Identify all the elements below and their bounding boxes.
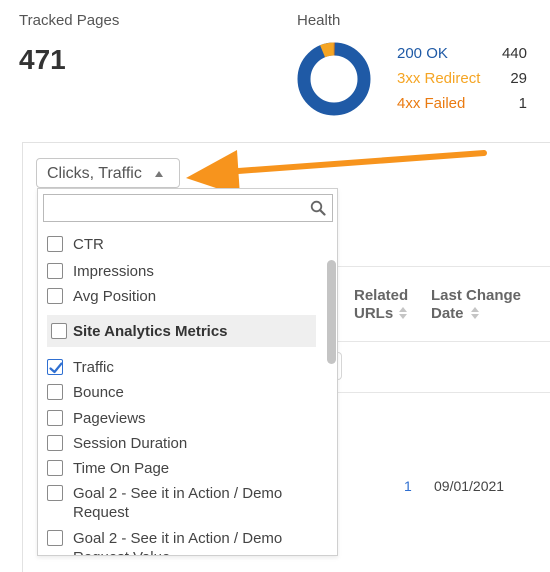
dropdown-scrollbar[interactable] (327, 260, 336, 364)
checkbox[interactable] (47, 410, 63, 426)
dropdown-search-input[interactable] (50, 196, 300, 220)
checkbox[interactable] (47, 485, 63, 501)
dropdown-search[interactable] (43, 194, 333, 222)
option-label: Goal 2 - See it in Action / Demo Request (73, 485, 283, 521)
option-label: Traffic (73, 358, 114, 376)
option-group-site-analytics[interactable]: Site Analytics Metrics (47, 315, 316, 347)
health-donut-chart (297, 42, 371, 116)
checkbox[interactable] (47, 263, 63, 279)
tracked-pages-label: Tracked Pages (19, 12, 120, 29)
option-label: Pageviews (73, 409, 146, 427)
checkbox[interactable] (47, 530, 63, 546)
option-ctr[interactable]: CTR (47, 233, 104, 255)
tracked-pages-count: 471 (19, 44, 66, 75)
metrics-select-value: Clicks, Traffic (47, 165, 142, 182)
option-label: Avg Position (73, 287, 157, 305)
option-goal-2-demo-request-value[interactable]: Goal 2 - See it in Action / Demo Request… (47, 529, 317, 555)
legend-value-3xx: 29 (510, 70, 527, 87)
donut-segment-ok (297, 42, 371, 116)
checkbox[interactable] (47, 460, 63, 476)
option-label: Bounce (73, 383, 124, 401)
legend-value-4xx: 1 (518, 95, 527, 112)
option-label: Session Duration (73, 434, 188, 452)
option-avg-position[interactable]: Avg Position (47, 285, 156, 307)
group-label: Site Analytics Metrics (73, 322, 228, 340)
metrics-select[interactable]: Clicks, Traffic (36, 158, 180, 188)
checkmark-icon (49, 362, 63, 374)
group-checkbox[interactable] (51, 323, 67, 339)
filter-row-divider (338, 392, 550, 393)
option-goal-2-demo-request[interactable]: Goal 2 - See it in Action / Demo Request (47, 484, 317, 524)
option-impressions[interactable]: Impressions (47, 260, 154, 282)
related-urls-cell[interactable]: 1 (404, 478, 412, 494)
option-label: Time On Page (73, 459, 170, 477)
table-header-top-divider (338, 266, 550, 267)
option-label: CTR (73, 235, 104, 253)
caret-up-icon (155, 171, 163, 177)
legend-row-3xx[interactable]: 3xx Redirect 29 (397, 70, 527, 90)
sort-icon[interactable] (399, 307, 407, 319)
search-icon[interactable] (310, 200, 326, 216)
column-header-last-change-date[interactable]: Last Change Date (431, 287, 531, 323)
sort-icon[interactable] (471, 307, 479, 319)
legend-row-4xx[interactable]: 4xx Failed 1 (397, 95, 527, 115)
option-bounce[interactable]: Bounce (47, 381, 124, 403)
option-label: Goal 2 - See it in Action / Demo Request… (73, 530, 283, 555)
option-pageviews[interactable]: Pageviews (47, 407, 146, 429)
last-change-date-cell: 09/01/2021 (434, 478, 505, 494)
option-time-on-page[interactable]: Time On Page (47, 457, 169, 479)
checkbox[interactable] (47, 236, 63, 252)
checkbox-checked[interactable] (47, 359, 63, 375)
checkbox[interactable] (47, 435, 63, 451)
legend-value-200: 440 (501, 45, 527, 62)
checkbox[interactable] (47, 288, 63, 304)
legend-label-4xx[interactable]: 4xx Failed (397, 95, 465, 112)
option-traffic[interactable]: Traffic (47, 356, 114, 378)
legend-label-200[interactable]: 200 OK (397, 45, 448, 62)
table-header-bottom-divider (338, 341, 550, 342)
health-label: Health (297, 12, 341, 29)
option-session-duration[interactable]: Session Duration (47, 432, 187, 454)
legend-label-3xx[interactable]: 3xx Redirect (397, 70, 480, 87)
checkbox[interactable] (47, 384, 63, 400)
metrics-dropdown[interactable]: CTR Impressions Avg Position Site Analyt… (37, 188, 338, 556)
legend-row-200[interactable]: 200 OK 440 (397, 45, 527, 65)
option-label: Impressions (73, 262, 154, 280)
